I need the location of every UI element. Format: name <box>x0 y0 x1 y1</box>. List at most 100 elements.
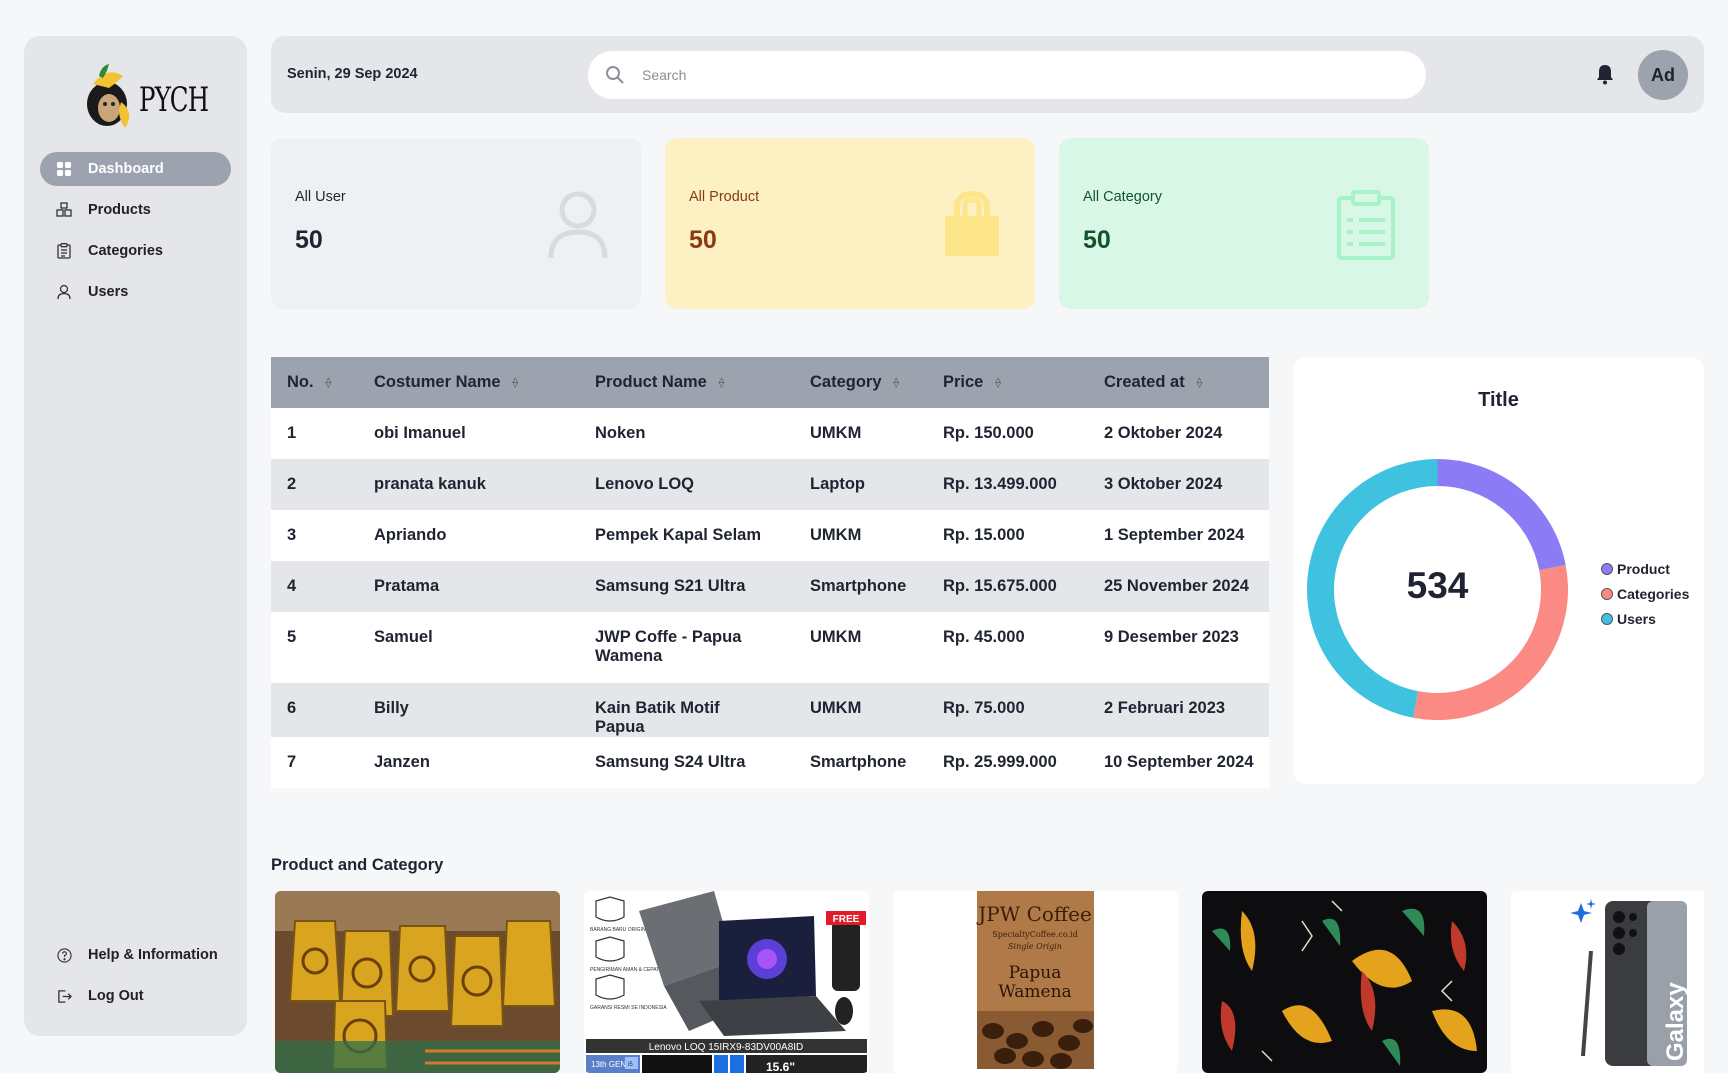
table-row[interactable]: 2 pranata kanuk Lenovo LOQ Laptop Rp. 13.499… <box>271 459 1269 510</box>
legend-item-product[interactable]: Product <box>1601 556 1689 581</box>
gallery-item-batik-papua[interactable] <box>1202 891 1487 1073</box>
column-header[interactable]: Costumer Name △ ▽ <box>358 357 579 408</box>
search-bar[interactable] <box>588 51 1426 99</box>
galaxy-wordmark: Galaxy <box>1662 982 1689 1061</box>
column-header[interactable]: Created at △ ▽ <box>1088 357 1269 408</box>
free-badge: FREE <box>833 914 860 925</box>
help-circle-icon <box>56 947 72 963</box>
column-header[interactable]: Product Name △ ▽ <box>579 357 794 408</box>
table-cell: Billy <box>374 699 409 717</box>
batik-fabric-image <box>1202 891 1487 1073</box>
table-cell: obi Imanuel <box>374 424 466 442</box>
boxes-icon <box>56 202 72 218</box>
legend-item-users[interactable]: Users <box>1601 606 1689 631</box>
gallery-item-jwp-coffee[interactable]: JPW Coffee SpecialtyCoffee.co.id Single … <box>893 891 1178 1073</box>
current-date: Senin, 29 Sep 2024 <box>287 66 418 82</box>
table-cell: 2 Februari 2023 <box>1104 699 1226 717</box>
table-cell: Pratama <box>374 577 440 595</box>
legend-swatch <box>1601 612 1613 625</box>
column-header[interactable]: Category △ ▽ <box>794 357 927 408</box>
table-row[interactable]: 1 obi Imanuel Noken UMKM Rp. 150.000 2 Oktobe… <box>271 408 1269 459</box>
stat-card-all-product[interactable]: All Product 50 <box>665 138 1035 309</box>
user-outline-icon <box>545 190 611 260</box>
sidebar-item-label: Help & Information <box>88 947 218 963</box>
samsung-phone-image: Galaxy <box>1511 891 1704 1073</box>
chart-title: Title <box>1478 389 1519 411</box>
coffee-website: SpecialtyCoffee.co.id <box>992 930 1077 939</box>
table-row[interactable]: 6 Billy Kain Batik Motif Papua UMKM Rp. 75.0… <box>271 683 1269 737</box>
table-cell: UMKM <box>810 526 862 544</box>
top-header: Senin, 29 Sep 2024 Ad <box>271 36 1704 113</box>
gallery-item-samsung-galaxy[interactable]: Galaxy <box>1511 891 1704 1073</box>
gallery-item-noken[interactable] <box>275 891 560 1073</box>
stat-card-all-user[interactable]: All User 50 <box>271 138 641 309</box>
table-cell: 9 Desember 2023 <box>1104 628 1239 646</box>
legend-label: Users <box>1617 610 1656 627</box>
sidebar-item-dashboard[interactable]: Dashboard <box>40 152 231 186</box>
sort-icon[interactable]: △ ▽ <box>894 377 899 389</box>
brand-name: PYCH <box>139 80 209 120</box>
stat-label: All User <box>295 189 346 205</box>
search-input[interactable] <box>642 51 1402 99</box>
stat-card-all-category[interactable]: All Category 50 <box>1059 138 1429 309</box>
legend-label: Product <box>1617 560 1670 577</box>
sidebar-item-logout[interactable]: Log Out <box>40 979 231 1013</box>
sort-icon[interactable]: △ ▽ <box>326 377 331 389</box>
table-cell: Janzen <box>374 753 430 771</box>
table-cell: Kain Batik Motif Papua <box>595 699 720 736</box>
legend-label: Categories <box>1617 585 1690 602</box>
table-cell: 3 <box>287 526 297 544</box>
table-cell: Samuel <box>374 628 433 646</box>
orders-table: No. △ ▽ Costumer Name △ ▽ Product Name △ ▽ Catego… <box>271 357 1269 788</box>
sidebar-item-categories[interactable]: Categories <box>40 234 231 268</box>
grid-icon <box>56 161 72 177</box>
sidebar-item-products[interactable]: Products <box>40 193 231 227</box>
column-header[interactable]: Price △ ▽ <box>927 357 1088 408</box>
table-cell: 4 <box>287 577 297 595</box>
coffee-brand: JPW Coffee <box>976 902 1092 926</box>
user-avatar[interactable]: Ad <box>1638 50 1688 100</box>
table-cell: Rp. 15.000 <box>943 526 1025 544</box>
table-cell: Rp. 75.000 <box>943 699 1025 717</box>
table-cell: Pempek Kapal Selam <box>595 526 761 544</box>
table-cell: 25 November 2024 <box>1104 577 1249 595</box>
generation-tag: 13th GEN <box>591 1060 626 1069</box>
stat-label: All Category <box>1083 189 1162 205</box>
sidebar-item-users[interactable]: Users <box>40 275 231 309</box>
sort-icon[interactable]: △ ▽ <box>719 377 724 389</box>
column-header-label: Costumer Name <box>374 373 501 391</box>
donut-slice-product[interactable] <box>1437 459 1566 571</box>
stat-value: 50 <box>295 226 323 254</box>
gallery-item-lenovo-loq[interactable]: BARANG BARU ORIGINAL PENGIRIMAN AMAN & C… <box>584 891 869 1073</box>
table-row[interactable]: 5 Samuel JWP Coffe - Papua Wamena UMKM Rp. 4… <box>271 612 1269 683</box>
clipboard-list-icon <box>1333 190 1399 260</box>
clipboard-icon <box>56 243 72 259</box>
table-cell: 5 <box>287 628 297 646</box>
chart-legend: Product Categories Users <box>1601 556 1689 631</box>
cpu-tag: i5 <box>628 1062 633 1068</box>
table-cell: 2 Oktober 2024 <box>1104 424 1223 442</box>
sidebar-item-help[interactable]: Help & Information <box>40 938 231 972</box>
stat-value: 50 <box>689 226 717 254</box>
table-cell: UMKM <box>810 699 862 717</box>
table-cell: 2 <box>287 475 297 493</box>
chart-center-total: 534 <box>1406 565 1469 606</box>
table-cell: Rp. 13.499.000 <box>943 475 1057 493</box>
table-row[interactable]: 4 Pratama Samsung S21 Ultra Smartphone Rp. 1… <box>271 561 1269 612</box>
table-cell: JWP Coffe - Papua Wamena <box>595 628 742 665</box>
sidebar-item-label: Products <box>88 202 151 218</box>
table-cell: Laptop <box>810 475 865 493</box>
sort-icon[interactable]: △ ▽ <box>995 377 1000 389</box>
legend-item-categories[interactable]: Categories <box>1601 581 1689 606</box>
column-header[interactable]: No. △ ▽ <box>271 357 358 408</box>
donut-chart-panel: Title 534 Product Categories Users <box>1293 357 1704 784</box>
notification-bell-icon[interactable] <box>1593 62 1617 86</box>
lenovo-laptop-image: BARANG BARU ORIGINAL PENGIRIMAN AMAN & C… <box>584 891 869 1073</box>
sort-icon[interactable]: △ ▽ <box>1197 377 1202 389</box>
column-header-label: Product Name <box>595 373 707 391</box>
table-row[interactable]: 7 Janzen Samsung S24 Ultra Smartphone Rp. 25… <box>271 737 1269 788</box>
user-icon <box>56 284 72 300</box>
table-row[interactable]: 3 Apriando Pempek Kapal Selam UMKM Rp. 15.00… <box>271 510 1269 561</box>
table-cell: Rp. 150.000 <box>943 424 1034 442</box>
sort-icon[interactable]: △ ▽ <box>513 377 518 389</box>
